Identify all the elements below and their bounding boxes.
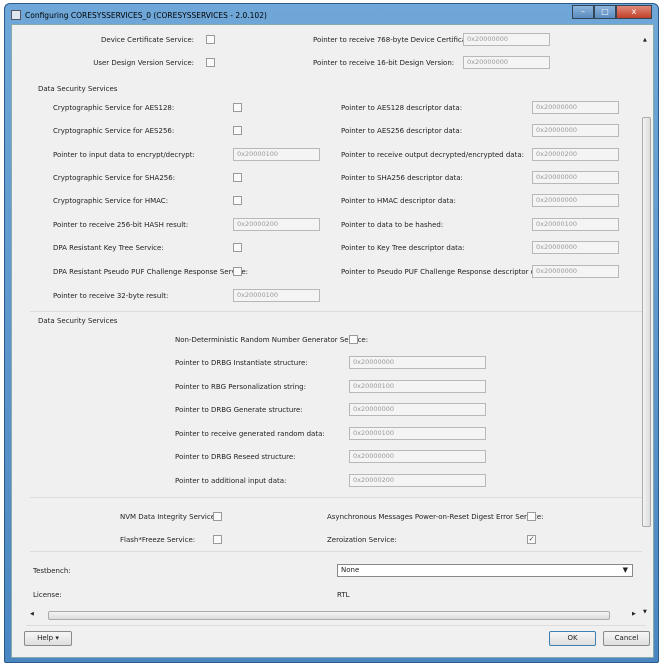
- license-value: RTL: [337, 591, 350, 599]
- pointer-label: Pointer to receive 16-bit Design Version…: [313, 59, 455, 67]
- pointer-input[interactable]: 0x20000100: [349, 427, 486, 440]
- service-checkbox[interactable]: [233, 267, 242, 276]
- app-icon: [11, 10, 21, 20]
- cancel-button[interactable]: Cancel: [603, 631, 650, 646]
- service-label: Cryptographic Service for HMAC:: [53, 197, 169, 205]
- service-checkbox[interactable]: [206, 35, 215, 44]
- service-checkbox[interactable]: [233, 103, 242, 112]
- rng-checkbox[interactable]: [349, 335, 358, 344]
- service-checkbox[interactable]: [233, 173, 242, 182]
- rng-label: Pointer to receive generated random data…: [175, 430, 325, 438]
- pointer-input[interactable]: 0x20000100: [233, 148, 320, 161]
- scroll-down-icon[interactable]: ▼: [643, 609, 647, 615]
- service-label: User Design Version Service:: [93, 59, 194, 67]
- horizontal-scrollbar[interactable]: [48, 611, 610, 620]
- service-checkbox[interactable]: [233, 126, 242, 135]
- rng-label: Pointer to DRBG Instantiate structure:: [175, 359, 308, 367]
- pointer-input[interactable]: 0x20000000: [463, 56, 550, 69]
- help-label: Help: [37, 634, 54, 642]
- rng-label: Pointer to RBG Personalization string:: [175, 383, 306, 391]
- pointer-input[interactable]: 0x20000000: [349, 450, 486, 463]
- pointer-input[interactable]: 0x20000000: [532, 124, 619, 137]
- pointer-input[interactable]: 0x20000000: [463, 33, 550, 46]
- service-label: Zeroization Service:: [327, 536, 397, 544]
- scroll-up-icon[interactable]: ▲: [643, 37, 647, 43]
- chevron-down-icon: ▼: [622, 566, 628, 574]
- rng-label: Pointer to DRBG Generate structure:: [175, 406, 303, 414]
- pointer-label: Pointer to receive output decrypted/encr…: [341, 151, 524, 159]
- service-checkbox[interactable]: [213, 535, 222, 544]
- testbench-label: Testbench:: [33, 567, 71, 575]
- service-label: NVM Data Integrity Service:: [120, 513, 218, 521]
- pointer-input[interactable]: 0x20000000: [532, 194, 619, 207]
- section-title: Data Security Services: [38, 85, 118, 93]
- pointer-label: Pointer to AES128 descriptor data:: [341, 104, 463, 112]
- window-title: Configuring CORESYSSERVICES_0 (CORESYSSE…: [25, 10, 267, 20]
- pointer-label: Pointer to AES256 descriptor data:: [341, 127, 463, 135]
- pointer-input[interactable]: 0x20000100: [349, 380, 486, 393]
- pointer-label: Pointer to data to be hashed:: [341, 221, 444, 229]
- pointer-label: Pointer to Key Tree descriptor data:: [341, 244, 465, 252]
- divider: [26, 625, 646, 626]
- pointer-input[interactable]: 0x20000000: [532, 265, 619, 278]
- section-title: Data Security Services: [38, 317, 118, 325]
- ok-button[interactable]: OK: [549, 631, 596, 646]
- pointer-input[interactable]: 0x20000000: [532, 241, 619, 254]
- testbench-value: None: [341, 566, 360, 574]
- pointer-input[interactable]: 0x20000200: [233, 218, 320, 231]
- title-bar: Configuring CORESYSSERVICES_0 (CORESYSSE…: [11, 8, 267, 22]
- dialog-window: Configuring CORESYSSERVICES_0 (CORESYSSE…: [4, 3, 659, 663]
- pointer-input[interactable]: 0x20000000: [532, 171, 619, 184]
- divider: [30, 497, 642, 498]
- divider: [30, 551, 642, 552]
- license-label: License:: [33, 591, 62, 599]
- service-label: Device Certificate Service:: [101, 36, 194, 44]
- pointer-input[interactable]: 0x20000200: [349, 474, 486, 487]
- service-label: Flash*Freeze Service:: [120, 536, 196, 544]
- scroll-right-icon[interactable]: ▶: [632, 611, 636, 617]
- vertical-scroll-thumb[interactable]: [642, 117, 651, 527]
- pointer-input[interactable]: 0x20000200: [532, 148, 619, 161]
- scroll-left-icon[interactable]: ◀: [30, 611, 34, 617]
- pointer-input[interactable]: 0x20000000: [532, 101, 619, 114]
- service-checkbox[interactable]: [206, 58, 215, 67]
- pointer-input[interactable]: 0x20000100: [233, 289, 320, 302]
- chevron-down-icon: ▾: [55, 634, 59, 642]
- pointer-input[interactable]: 0x20000000: [349, 403, 486, 416]
- service-checkbox[interactable]: [233, 196, 242, 205]
- rng-label: Pointer to DRBG Reseed structure:: [175, 453, 296, 461]
- service-label: Pointer to receive 256-bit HASH result:: [53, 221, 189, 229]
- service-label: DPA Resistant Pseudo PUF Challenge Respo…: [53, 268, 249, 276]
- service-checkbox[interactable]: [233, 243, 242, 252]
- service-label: Cryptographic Service for AES128:: [53, 104, 175, 112]
- service-label: Pointer to receive 32-byte result:: [53, 292, 169, 300]
- service-label: Asynchronous Messages Power-on-Reset Dig…: [327, 513, 544, 521]
- service-label: Cryptographic Service for SHA256:: [53, 174, 176, 182]
- divider: [30, 311, 642, 312]
- service-label: Pointer to input data to encrypt/decrypt…: [53, 151, 195, 159]
- rng-label: Non-Deterministic Random Number Generato…: [175, 336, 369, 344]
- testbench-select[interactable]: None ▼: [337, 564, 633, 577]
- minimize-button[interactable]: –: [572, 5, 594, 19]
- pointer-label: Pointer to Pseudo PUF Challenge Response…: [341, 268, 549, 276]
- pointer-input[interactable]: 0x20000000: [349, 356, 486, 369]
- maximize-button[interactable]: □: [594, 5, 616, 19]
- service-checkbox[interactable]: [527, 512, 536, 521]
- pointer-label: Pointer to receive 768-byte Device Certi…: [313, 36, 476, 44]
- rng-label: Pointer to additional input data:: [175, 477, 287, 485]
- service-label: DPA Resistant Key Tree Service:: [53, 244, 164, 252]
- close-button[interactable]: x: [616, 5, 652, 19]
- pointer-label: Pointer to SHA256 descriptor data:: [341, 174, 463, 182]
- help-button[interactable]: Help ▾: [24, 631, 72, 646]
- service-label: Cryptographic Service for AES256:: [53, 127, 175, 135]
- vertical-scrollbar[interactable]: ▲ ▼: [639, 33, 653, 617]
- dialog-content: Data Security Services Data Security Ser…: [11, 24, 654, 658]
- pointer-label: Pointer to HMAC descriptor data:: [341, 197, 456, 205]
- service-checkbox[interactable]: ✓: [527, 535, 536, 544]
- service-checkbox[interactable]: [213, 512, 222, 521]
- pointer-input[interactable]: 0x20000100: [532, 218, 619, 231]
